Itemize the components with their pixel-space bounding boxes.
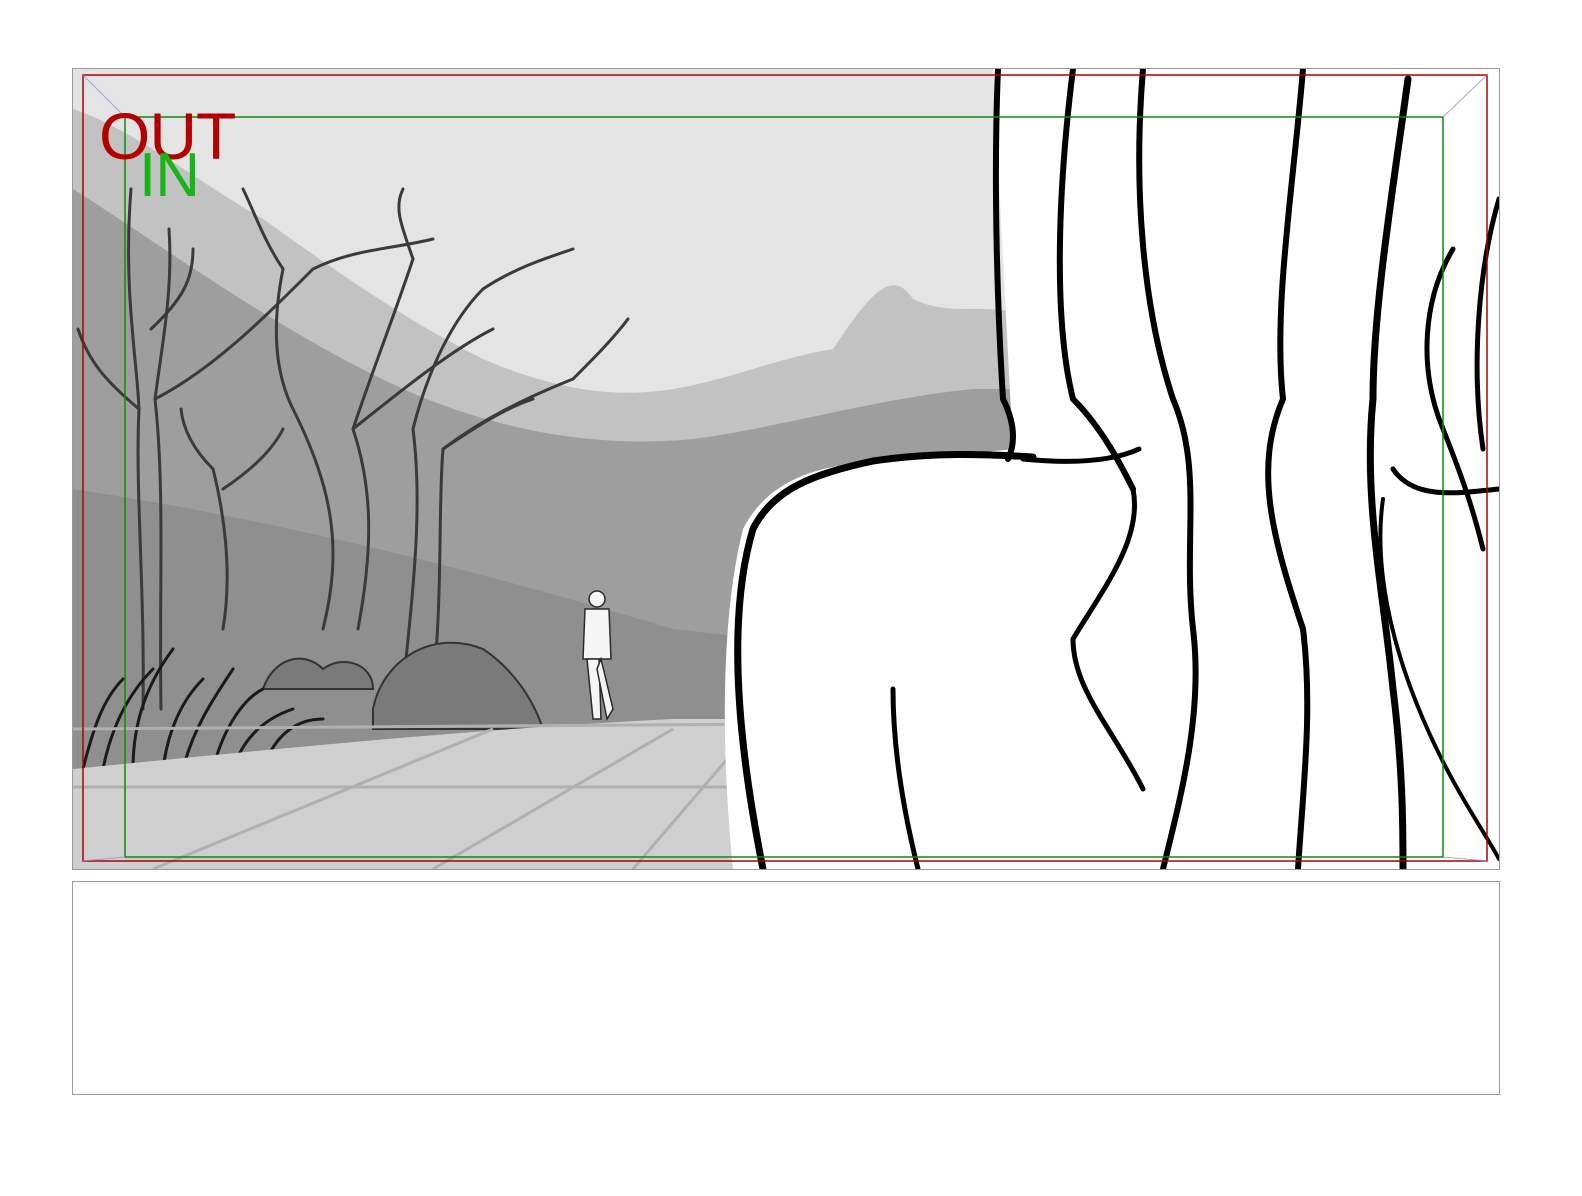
panel-artwork bbox=[73, 69, 1499, 869]
in-frame-label: IN bbox=[139, 141, 200, 210]
storyboard-panel: OUT IN bbox=[72, 68, 1500, 870]
notes-box[interactable] bbox=[72, 881, 1500, 1095]
